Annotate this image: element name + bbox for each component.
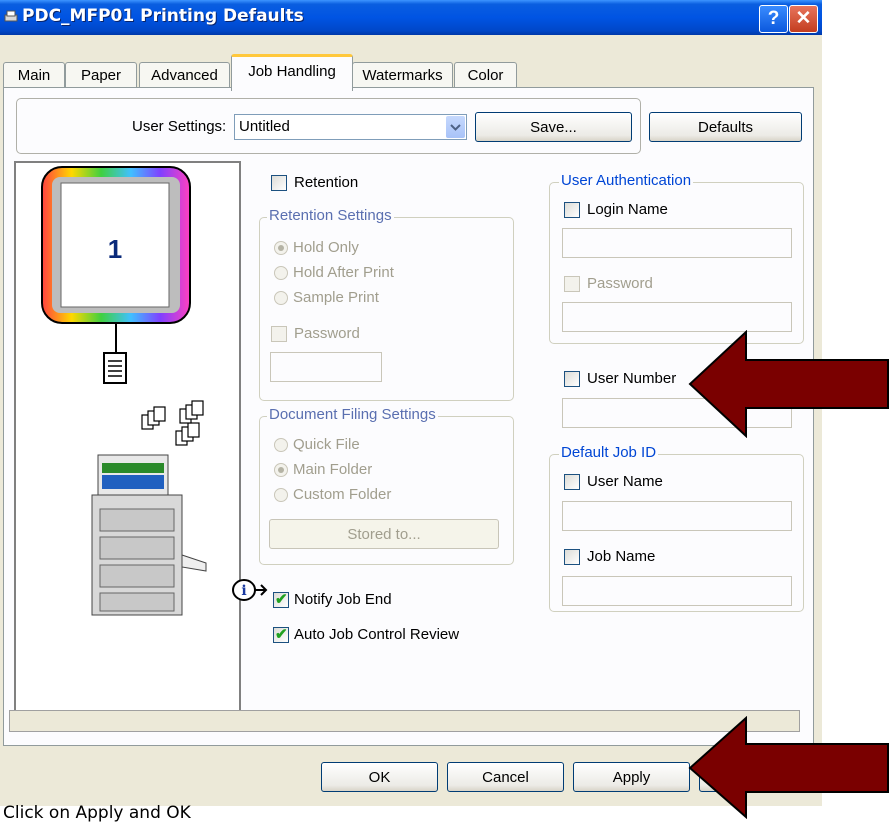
tab-main[interactable]: Main (3, 62, 65, 88)
main-folder-label: Main Folder (293, 461, 373, 478)
retention-label: Retention (294, 174, 359, 191)
collated-copies-icon (141, 400, 204, 446)
retention-password-label: Password (294, 325, 360, 342)
annotation-arrow-apply (688, 716, 889, 819)
user-settings-value: Untitled (239, 118, 290, 135)
help-button[interactable]: ? (759, 5, 788, 33)
preview-illustration: 1 (41, 166, 207, 616)
svg-text:i: i (241, 583, 246, 599)
quick-file-label: Quick File (293, 436, 360, 453)
ok-button[interactable]: OK (321, 762, 438, 792)
sample-print-radio[interactable] (274, 291, 288, 305)
job-name-checkbox[interactable] (564, 549, 580, 565)
login-name-label: Login Name (587, 201, 668, 218)
defaults-button[interactable]: Defaults (649, 112, 802, 142)
user-name-field[interactable] (562, 501, 792, 531)
default-job-id-legend: Default Job ID (559, 444, 659, 461)
print-preview: 1 (14, 161, 241, 723)
instruction-caption: Click on Apply and OK (3, 803, 191, 823)
hold-only-label: Hold Only (293, 239, 359, 256)
title-bar[interactable]: PDC_MFP01 Printing Defaults ? ✕ (0, 0, 822, 35)
auto-job-control-label: Auto Job Control Review (294, 626, 460, 643)
document-filing-legend: Document Filing Settings (267, 406, 438, 423)
quick-file-radio[interactable] (274, 438, 288, 452)
user-number-checkbox[interactable] (564, 371, 580, 387)
notify-job-end-checkbox[interactable] (273, 590, 289, 608)
retention-settings-legend: Retention Settings (267, 207, 394, 224)
retention-password-field[interactable] (270, 352, 382, 382)
job-name-field[interactable] (562, 576, 792, 606)
job-name-label: Job Name (587, 548, 656, 565)
retention-password-checkbox[interactable] (271, 326, 287, 342)
custom-folder-label: Custom Folder (293, 486, 392, 503)
auth-password-checkbox[interactable] (564, 276, 580, 292)
login-name-field[interactable] (562, 228, 792, 258)
tab-job-handling[interactable]: Job Handling (231, 54, 353, 91)
user-authentication-legend: User Authentication (559, 172, 694, 189)
hold-only-radio[interactable] (274, 241, 288, 255)
tab-color[interactable]: Color (454, 62, 517, 88)
window-title: PDC_MFP01 Printing Defaults (22, 6, 304, 26)
apply-button[interactable]: Apply (573, 762, 690, 792)
user-settings-select[interactable]: Untitled (234, 114, 467, 140)
cancel-button[interactable]: Cancel (447, 762, 564, 792)
hold-after-print-radio[interactable] (274, 266, 288, 280)
tab-watermarks[interactable]: Watermarks (352, 62, 453, 88)
printer-icon (4, 10, 18, 22)
custom-folder-radio[interactable] (274, 488, 288, 502)
auth-password-field[interactable] (562, 302, 792, 332)
user-settings-label: User Settings: (132, 118, 227, 135)
save-button[interactable]: Save... (475, 112, 632, 142)
hold-after-print-label: Hold After Print (293, 264, 394, 281)
retention-checkbox[interactable] (271, 175, 287, 191)
main-folder-radio[interactable] (274, 463, 288, 477)
notify-job-end-label: Notify Job End (294, 591, 392, 608)
user-number-label: User Number (587, 370, 677, 387)
auto-job-control-checkbox[interactable] (273, 625, 289, 643)
tab-paper[interactable]: Paper (65, 62, 137, 88)
login-name-checkbox[interactable] (564, 202, 580, 218)
user-name-checkbox[interactable] (564, 474, 580, 490)
chevron-down-icon[interactable] (446, 116, 465, 138)
info-icon: i (232, 579, 268, 601)
stored-to-button[interactable]: Stored to... (269, 519, 499, 549)
status-bar (9, 710, 800, 732)
sample-print-label: Sample Print (293, 289, 379, 306)
tab-advanced[interactable]: Advanced (139, 62, 230, 88)
preview-page-number: 1 (108, 234, 122, 264)
mfp-printer-icon (91, 454, 207, 616)
auth-password-label: Password (587, 275, 653, 292)
user-name-label: User Name (587, 473, 663, 490)
annotation-arrow-user-number (688, 330, 889, 438)
close-button[interactable]: ✕ (789, 5, 818, 33)
